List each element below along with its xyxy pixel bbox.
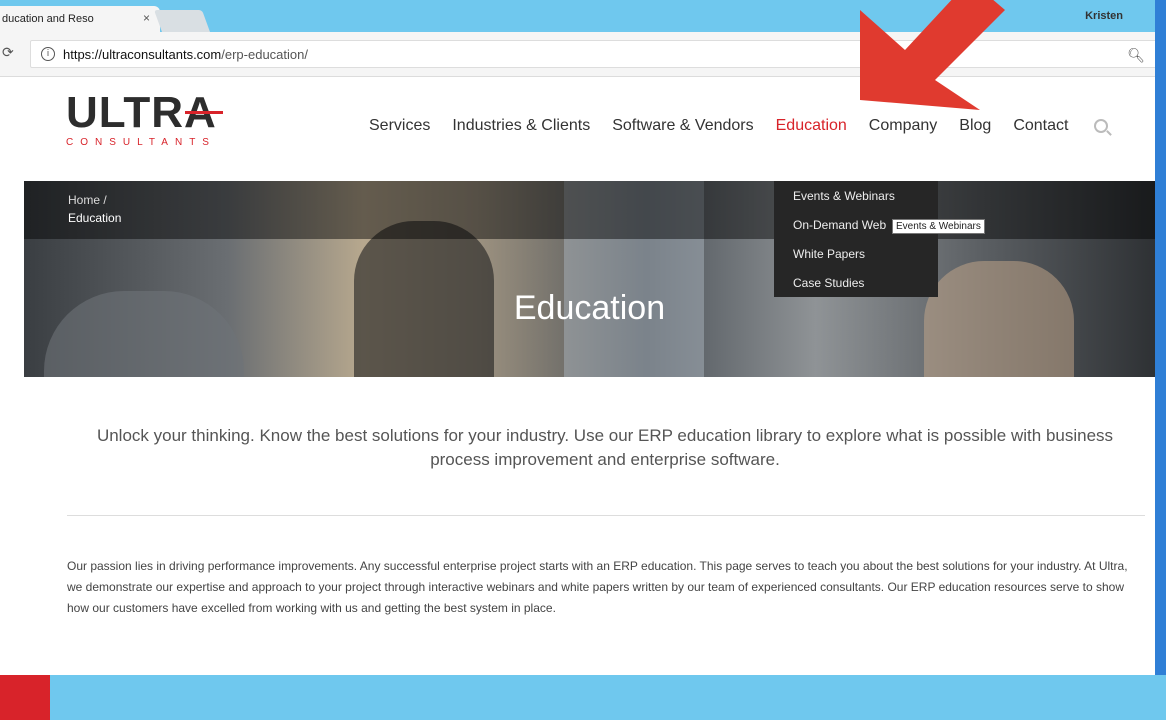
breadcrumb-current: Education	[68, 211, 122, 225]
education-dropdown: Events & Webinars On-Demand Web White Pa…	[774, 181, 938, 297]
page-title: Education	[513, 289, 666, 327]
logo-subtitle: CONSULTANTS	[66, 137, 216, 148]
nav-company[interactable]: Company	[869, 117, 937, 135]
annotation-arrow-icon	[860, 0, 1005, 110]
dropdown-item-events-webinars[interactable]: Events & Webinars	[774, 185, 938, 214]
dropdown-item-white-papers[interactable]: White Papers	[774, 243, 938, 272]
nav-contact[interactable]: Contact	[1013, 117, 1068, 135]
main-nav: Services Industries & Clients Software &…	[369, 117, 1109, 135]
close-icon[interactable]: ×	[143, 11, 150, 25]
tooltip: Events & Webinars	[892, 219, 985, 234]
info-icon[interactable]: i	[41, 47, 55, 61]
background-blue-strip	[1154, 0, 1166, 675]
breadcrumb-home[interactable]: Home /	[68, 191, 121, 209]
url-path: /erp-education/	[221, 46, 308, 62]
intro-text: Unlock your thinking. Know the best solu…	[96, 426, 1114, 469]
dropdown-item-case-studies[interactable]: Case Studies	[774, 272, 938, 301]
nav-blog[interactable]: Blog	[959, 117, 991, 135]
nav-software-vendors[interactable]: Software & Vendors	[612, 117, 753, 135]
new-tab-button[interactable]	[153, 10, 211, 32]
search-icon[interactable]	[1094, 119, 1109, 133]
url-text: https://ultraconsultants.com/erp-educati…	[63, 47, 308, 62]
site-logo[interactable]: ULTRA CONSULTANTS	[66, 91, 223, 148]
nav-education[interactable]: Education	[776, 117, 847, 135]
browser-tab[interactable]: ducation and Reso ×	[0, 6, 160, 32]
nav-services[interactable]: Services	[369, 117, 430, 135]
nav-industries-clients[interactable]: Industries & Clients	[452, 117, 590, 135]
arrow-shape	[860, 0, 1005, 110]
logo-wordmark: ULTRA	[66, 91, 223, 135]
profile-name[interactable]: Kristen	[1085, 10, 1123, 22]
breadcrumb-band	[24, 181, 1155, 239]
breadcrumb: Home / Education	[68, 191, 121, 227]
hero-banner: Home / Education Education	[24, 181, 1155, 377]
zoom-icon[interactable]: 🔍︎	[1127, 47, 1145, 64]
tab-title: ducation and Reso	[2, 13, 94, 25]
reload-icon[interactable]: ⟳	[2, 44, 14, 61]
divider	[67, 515, 1145, 516]
logo-accent	[184, 111, 223, 114]
body-paragraph: Our passion lies in driving performance …	[67, 559, 1128, 615]
url-host: https://ultraconsultants.com	[63, 46, 222, 62]
